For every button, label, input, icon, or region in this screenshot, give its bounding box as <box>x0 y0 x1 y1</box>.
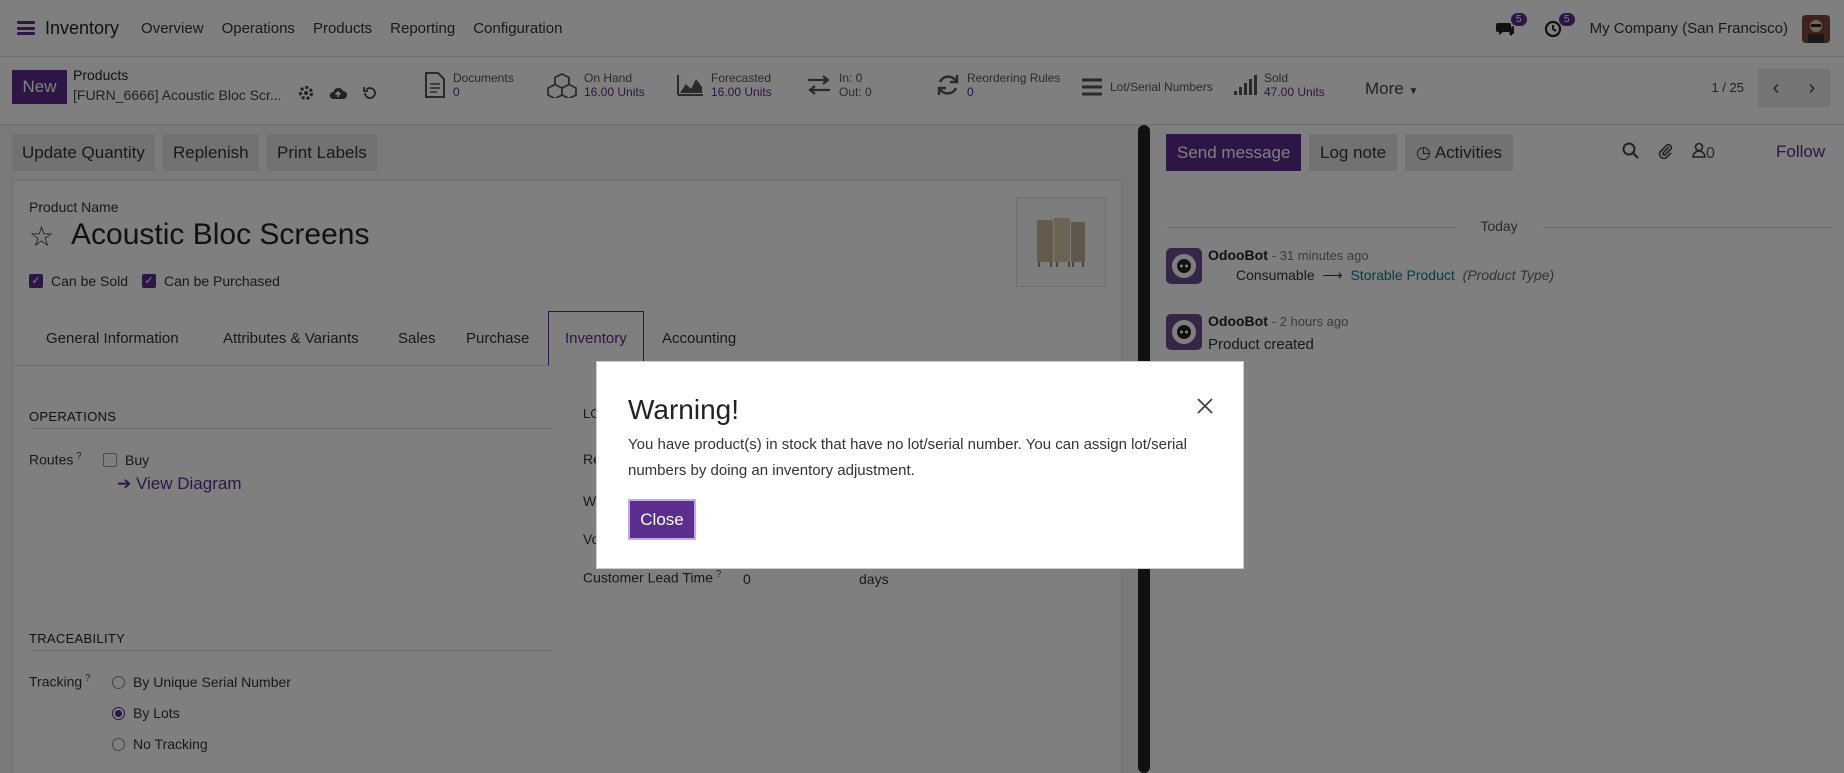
dialog-title: Warning! <box>628 394 740 425</box>
close-button[interactable]: Close <box>628 499 696 540</box>
warning-dialog: Warning! You have product(s) in stock th… <box>596 361 1244 569</box>
dialog-message: You have product(s) in stock that have n… <box>628 436 1187 479</box>
close-icon[interactable] <box>1195 396 1215 416</box>
